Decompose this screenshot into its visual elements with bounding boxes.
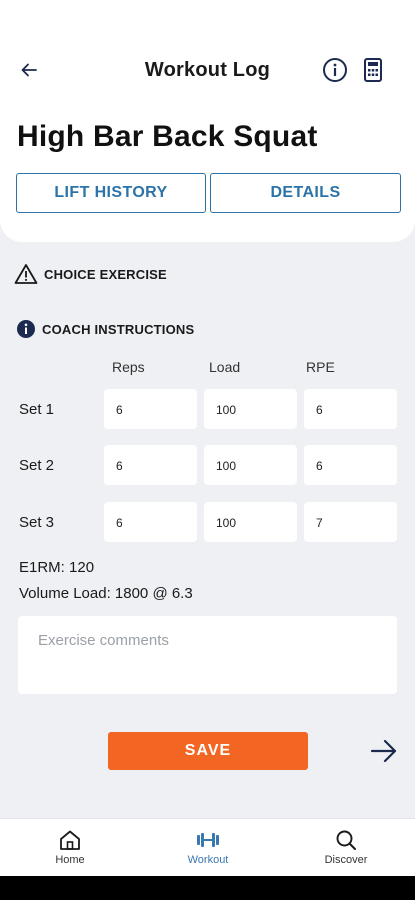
nav-discover[interactable]: Discover (296, 829, 396, 866)
page-title: Workout Log (144, 59, 271, 81)
reps-input[interactable]: 6 (104, 445, 197, 485)
volume-load-stat: Volume Load: 1800 @ 6.3 (19, 585, 193, 602)
e1rm-stat: E1RM: 120 (19, 559, 95, 576)
next-exercise-button[interactable] (370, 738, 398, 764)
next-arrow-icon (370, 739, 397, 763)
choice-exercise-notice[interactable]: CHOICE EXERCISE (14, 263, 167, 285)
set-label: Set 3 (19, 514, 55, 531)
set-label: Set 1 (19, 401, 55, 418)
top-card: Workout Log High Bar Back Squat LIFT HIS… (0, 0, 415, 242)
info-filled-icon (17, 320, 35, 338)
nav-workout[interactable]: Workout (158, 829, 258, 866)
coach-instructions-notice[interactable]: COACH INSTRUCTIONS (14, 319, 194, 339)
load-input[interactable]: 100 (204, 389, 297, 429)
reps-input[interactable]: 6 (104, 389, 197, 429)
load-input[interactable]: 100 (204, 445, 297, 485)
coach-instructions-label: COACH INSTRUCTIONS (42, 321, 195, 337)
details-button[interactable]: DETAILS (210, 173, 401, 213)
bottom-nav: Home Workout Discover (0, 818, 415, 876)
search-icon (336, 830, 356, 850)
dumbbell-icon (197, 833, 219, 847)
set-label: Set 2 (19, 457, 55, 474)
rpe-input[interactable]: 7 (304, 502, 397, 542)
calculator-button[interactable] (362, 57, 384, 83)
rpe-input[interactable]: 6 (304, 445, 397, 485)
load-input[interactable]: 100 (204, 502, 297, 542)
choice-exercise-label: CHOICE EXERCISE (44, 266, 167, 282)
rpe-column-header: RPE (306, 359, 335, 375)
rpe-input[interactable]: 6 (304, 389, 397, 429)
nav-home[interactable]: Home (20, 829, 120, 866)
exercise-comments-field[interactable]: Exercise comments (18, 616, 397, 694)
reps-input[interactable]: 6 (104, 502, 197, 542)
save-button[interactable]: SAVE (108, 732, 308, 770)
warning-icon (14, 264, 38, 284)
info-button[interactable] (322, 57, 348, 83)
load-column-header: Load (209, 359, 241, 375)
calculator-icon (364, 58, 382, 82)
nav-home-label: Home (55, 854, 85, 866)
nav-workout-label: Workout (187, 854, 229, 866)
system-nav-bar (0, 876, 415, 900)
nav-discover-label: Discover (324, 854, 368, 866)
home-icon (60, 830, 80, 850)
app-header: Workout Log (0, 52, 415, 88)
lift-history-button[interactable]: LIFT HISTORY (16, 173, 206, 213)
exercise-title: High Bar Back Squat (17, 120, 318, 153)
info-icon (323, 58, 347, 82)
reps-column-header: Reps (112, 359, 145, 375)
